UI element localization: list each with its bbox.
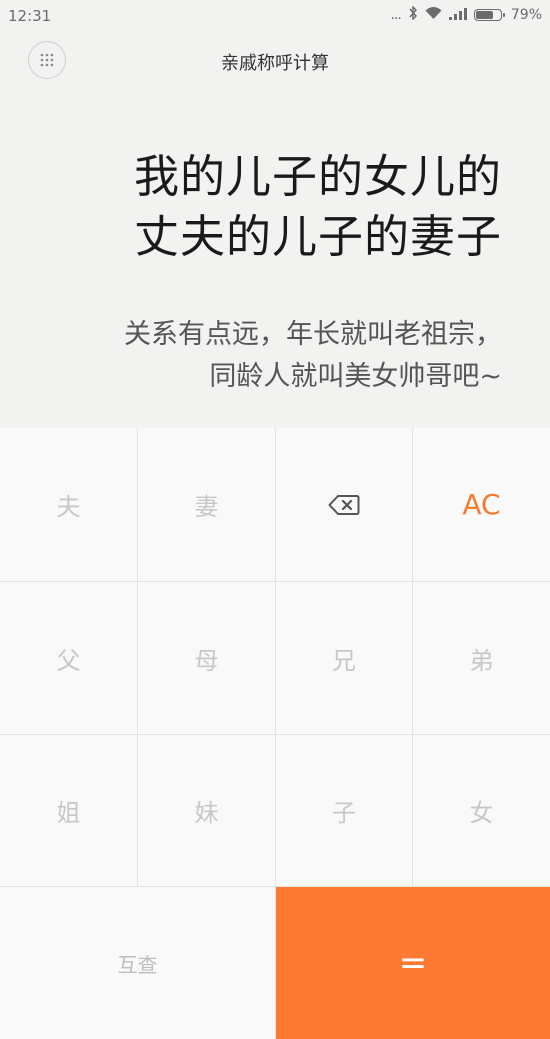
battery-percent: 79%	[510, 7, 542, 23]
keypad: 夫 妻 AC 父 母 兄 弟 姐 妹 子 女 互查 =	[0, 428, 550, 1039]
relation-expression: 我的儿子的女儿的 丈夫的儿子的妻子	[42, 147, 502, 267]
key-younger-brother[interactable]: 弟	[413, 582, 550, 735]
signal-icon	[448, 6, 467, 24]
status-bar: 12:31 ... 79%	[0, 0, 550, 32]
status-icons: ... 79%	[390, 5, 542, 24]
key-wife[interactable]: 妻	[138, 428, 276, 582]
relation-result: 关系有点远，年长就叫老祖宗， 同龄人就叫美女帅哥吧~	[32, 314, 502, 398]
battery-icon	[473, 9, 505, 21]
key-elder-brother[interactable]: 兄	[276, 582, 413, 735]
expression-line-2: 丈夫的儿子的妻子	[133, 210, 502, 263]
page-title: 亲戚称呼计算	[221, 53, 329, 74]
equals-button[interactable]: =	[276, 887, 550, 1039]
battery-fill	[475, 11, 493, 19]
app-screen: 12:31 ... 79% 亲戚称呼计算 我的儿子的女儿的 丈夫的儿子的妻子 关…	[0, 0, 550, 1039]
key-elder-sister[interactable]: 姐	[0, 735, 138, 887]
key-younger-sister[interactable]: 妹	[138, 735, 276, 887]
bluetooth-icon	[408, 5, 418, 24]
clear-all-button[interactable]: AC	[413, 428, 550, 582]
key-husband[interactable]: 夫	[0, 428, 138, 582]
more-notifications-icon: ...	[390, 7, 402, 23]
expression-line-1: 我的儿子的女儿的	[133, 150, 502, 203]
mutual-check-button[interactable]: 互查	[0, 887, 276, 1039]
result-line-1: 关系有点远，年长就叫老祖宗，	[124, 319, 502, 350]
status-time: 12:31	[8, 7, 52, 25]
wifi-icon	[425, 6, 442, 24]
key-daughter[interactable]: 女	[413, 735, 550, 887]
result-line-2: 同龄人就叫美女帅哥吧~	[209, 361, 502, 392]
backspace-button[interactable]	[276, 428, 413, 582]
backspace-icon	[328, 494, 360, 515]
key-mother[interactable]: 母	[138, 582, 276, 735]
key-son[interactable]: 子	[276, 735, 413, 887]
key-father[interactable]: 父	[0, 582, 138, 735]
